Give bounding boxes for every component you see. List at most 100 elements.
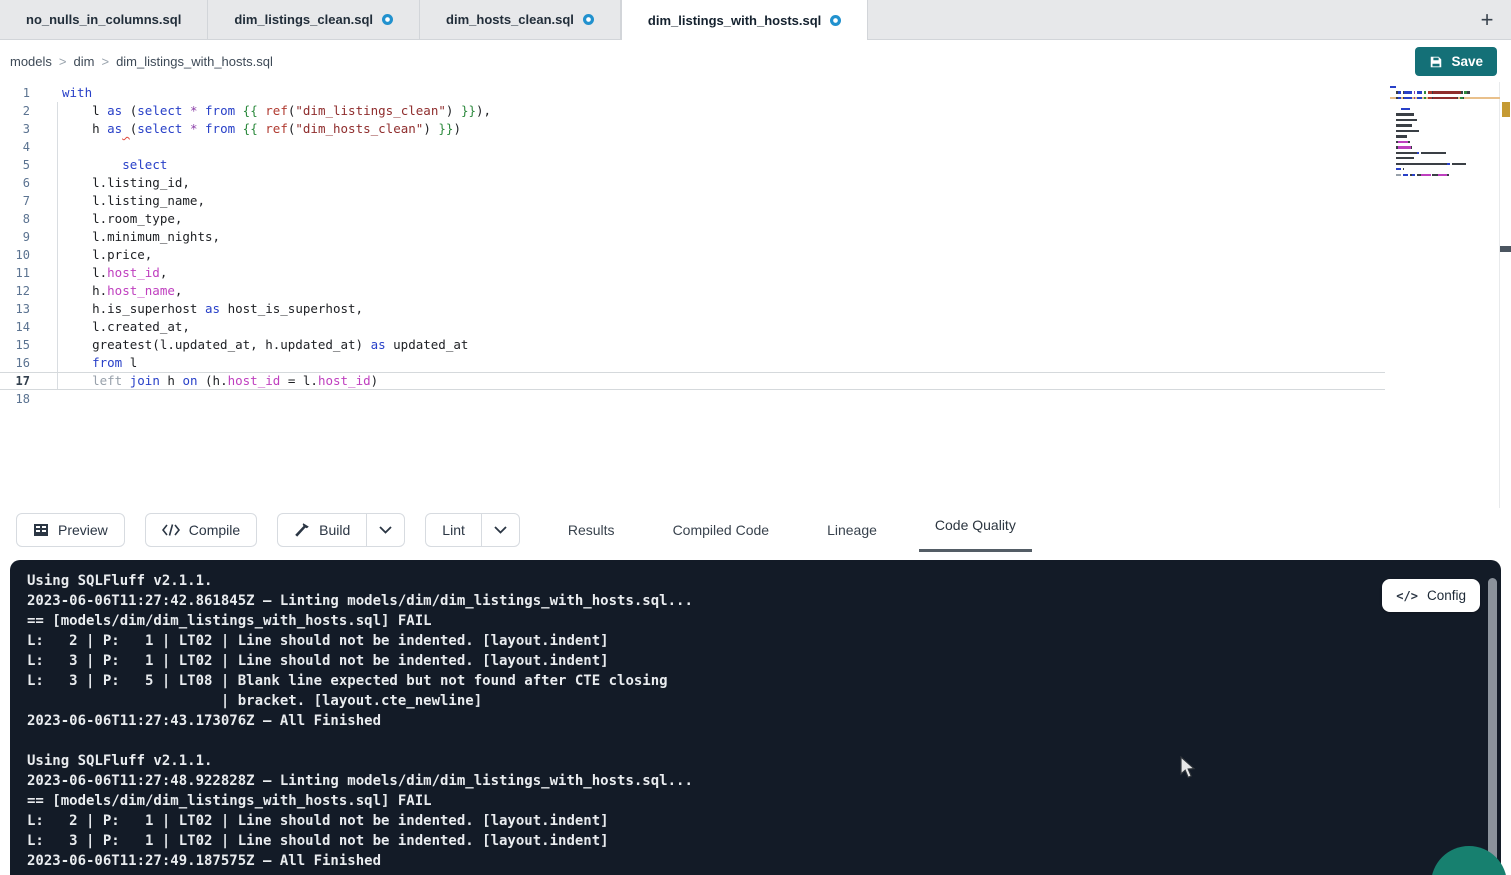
table-icon [33,522,49,538]
minimap-seg [1447,174,1448,176]
code-line[interactable] [62,138,1369,156]
breadcrumb-bar: models>dim>dim_listings_with_hosts.sql S… [0,41,1511,82]
hammer-icon [294,522,310,538]
minimap-seg [1396,119,1417,121]
code-line[interactable]: l.created_at, [62,318,1369,336]
breadcrumb-separator: > [101,54,109,69]
build-button-label: Build [319,522,350,538]
tab-label: dim_listings_with_hosts.sql [648,13,821,28]
minimap-seg [1401,108,1409,110]
line-number: 6 [0,174,40,192]
code-quality-terminal: Using SQLFluff v2.1.1.2023-06-06T11:27:4… [10,560,1501,875]
terminal-line: 2023-06-06T11:27:43.173076Z — All Finish… [27,711,693,731]
indent-guide [57,102,58,390]
code-line[interactable]: l.price, [62,246,1369,264]
minimap-line [1390,157,1500,159]
code-line[interactable]: left join h on (h.host_id = l.host_id) [62,372,1369,390]
code-line[interactable]: greatest(l.updated_at, h.updated_at) as … [62,336,1369,354]
code-icon [162,524,180,536]
line-number: 8 [0,210,40,228]
unsaved-dot-icon[interactable] [583,14,594,25]
minimap-seg [1396,135,1407,137]
minimap-seg [1396,113,1414,115]
minimap-line [1390,152,1500,154]
minimap-line [1390,124,1500,126]
minimap-seg [1421,152,1446,154]
terminal-line: == [models/dim/dim_listings_with_hosts.s… [27,791,693,811]
code-line[interactable]: h.host_name, [62,282,1369,300]
minimap-line [1390,141,1500,143]
line-number: 10 [0,246,40,264]
terminal-line: 2023-06-06T11:27:48.922828Z — Linting mo… [27,771,693,791]
line-number: 4 [0,138,40,156]
compile-button-main[interactable]: Compile [146,514,256,546]
line-number: 15 [0,336,40,354]
unsaved-dot-icon[interactable] [382,14,393,25]
line-number-gutter: 123456789101112131415161718 [0,84,40,408]
minimap[interactable] [1390,86,1500,185]
minimap-seg [1433,91,1461,93]
action-toolbar: Preview Compile Build Lint Results Compiled … [0,508,1511,552]
tab-dim_listings_clean.sql[interactable]: dim_listings_clean.sql [208,0,420,39]
breadcrumb-item[interactable]: dim_listings_with_hosts.sql [116,54,273,69]
terminal-line: L: 3 | P: 1 | LT02 | Line should not be … [27,651,693,671]
code-line[interactable]: h.is_superhost as host_is_superhost, [62,300,1369,318]
code-line[interactable]: l.listing_id, [62,174,1369,192]
minimap-seg [1403,168,1404,170]
unsaved-dot-icon[interactable] [830,15,841,26]
breadcrumb-item[interactable]: models [10,54,52,69]
terminal-scrollbar-thumb[interactable] [1488,578,1497,868]
minimap-seg [1398,141,1408,143]
minimap-seg [1396,130,1420,132]
code-line[interactable]: l.room_type, [62,210,1369,228]
overview-ruler[interactable] [1500,82,1511,508]
tab-dim_hosts_clean.sql[interactable]: dim_hosts_clean.sql [420,0,621,39]
code-editor[interactable]: 123456789101112131415161718 with l as (s… [0,82,1511,508]
code-line[interactable]: from l [62,354,1369,372]
tab-list: no_nulls_in_columns.sqldim_listings_clea… [0,0,868,39]
line-number: 3 [0,120,40,138]
terminal-line: Using SQLFluff v2.1.1. [27,571,693,591]
panel-tab-results[interactable]: Results [562,508,621,552]
minimap-line [1390,146,1500,148]
line-number: 17 [0,372,40,390]
preview-button-main[interactable]: Preview [17,514,124,546]
lint-dropdown-caret[interactable] [481,514,519,546]
code-content[interactable]: with l as (select * from {{ ref("dim_lis… [62,84,1369,408]
minimap-seg [1396,152,1417,154]
tab-no_nulls_in_columns.sql[interactable]: no_nulls_in_columns.sql [0,0,208,39]
config-button[interactable]: </> Config [1382,579,1480,612]
minimap-line [1390,86,1500,88]
terminal-line: 2023-06-06T11:27:42.861845Z — Linting mo… [27,591,693,611]
breadcrumb-item[interactable]: dim [74,54,95,69]
code-line[interactable]: l as (select * from {{ ref("dim_listings… [62,102,1369,120]
minimap-seg [1404,91,1412,93]
terminal-line: L: 3 | P: 5 | LT08 | Blank line expected… [27,671,693,691]
panel-tab-compiled-code[interactable]: Compiled Code [667,508,776,552]
lint-button-main[interactable]: Lint [426,514,481,546]
terminal-line [27,731,693,751]
tab-dim_listings_with_hosts.sql[interactable]: dim_listings_with_hosts.sql [621,0,868,40]
panel-tab-lineage[interactable]: Lineage [821,508,883,552]
line-number: 13 [0,300,40,318]
build-button-main[interactable]: Build [278,514,366,546]
minimap-line [1390,91,1500,93]
code-line[interactable]: l.minimum_nights, [62,228,1369,246]
code-line[interactable]: select [62,156,1369,174]
build-dropdown-caret[interactable] [366,514,404,546]
panel-tab-code-quality[interactable]: Code Quality [929,508,1022,552]
code-line[interactable]: h as (select * from {{ ref("dim_hosts_cl… [62,120,1369,138]
code-line[interactable]: l.listing_name, [62,192,1369,210]
line-number: 14 [0,318,40,336]
code-line[interactable] [62,390,1369,408]
save-button-label: Save [1451,54,1483,69]
save-button[interactable]: Save [1415,47,1497,76]
compile-button: Compile [145,513,257,547]
code-line[interactable]: l.host_id, [62,264,1369,282]
minimap-seg [1396,124,1413,126]
minimap-line [1390,97,1500,99]
ruler-warning-marker [1502,102,1510,117]
new-tab-button[interactable]: + [1469,0,1505,40]
code-line[interactable]: with [62,84,1369,102]
preview-button-label: Preview [58,522,108,538]
